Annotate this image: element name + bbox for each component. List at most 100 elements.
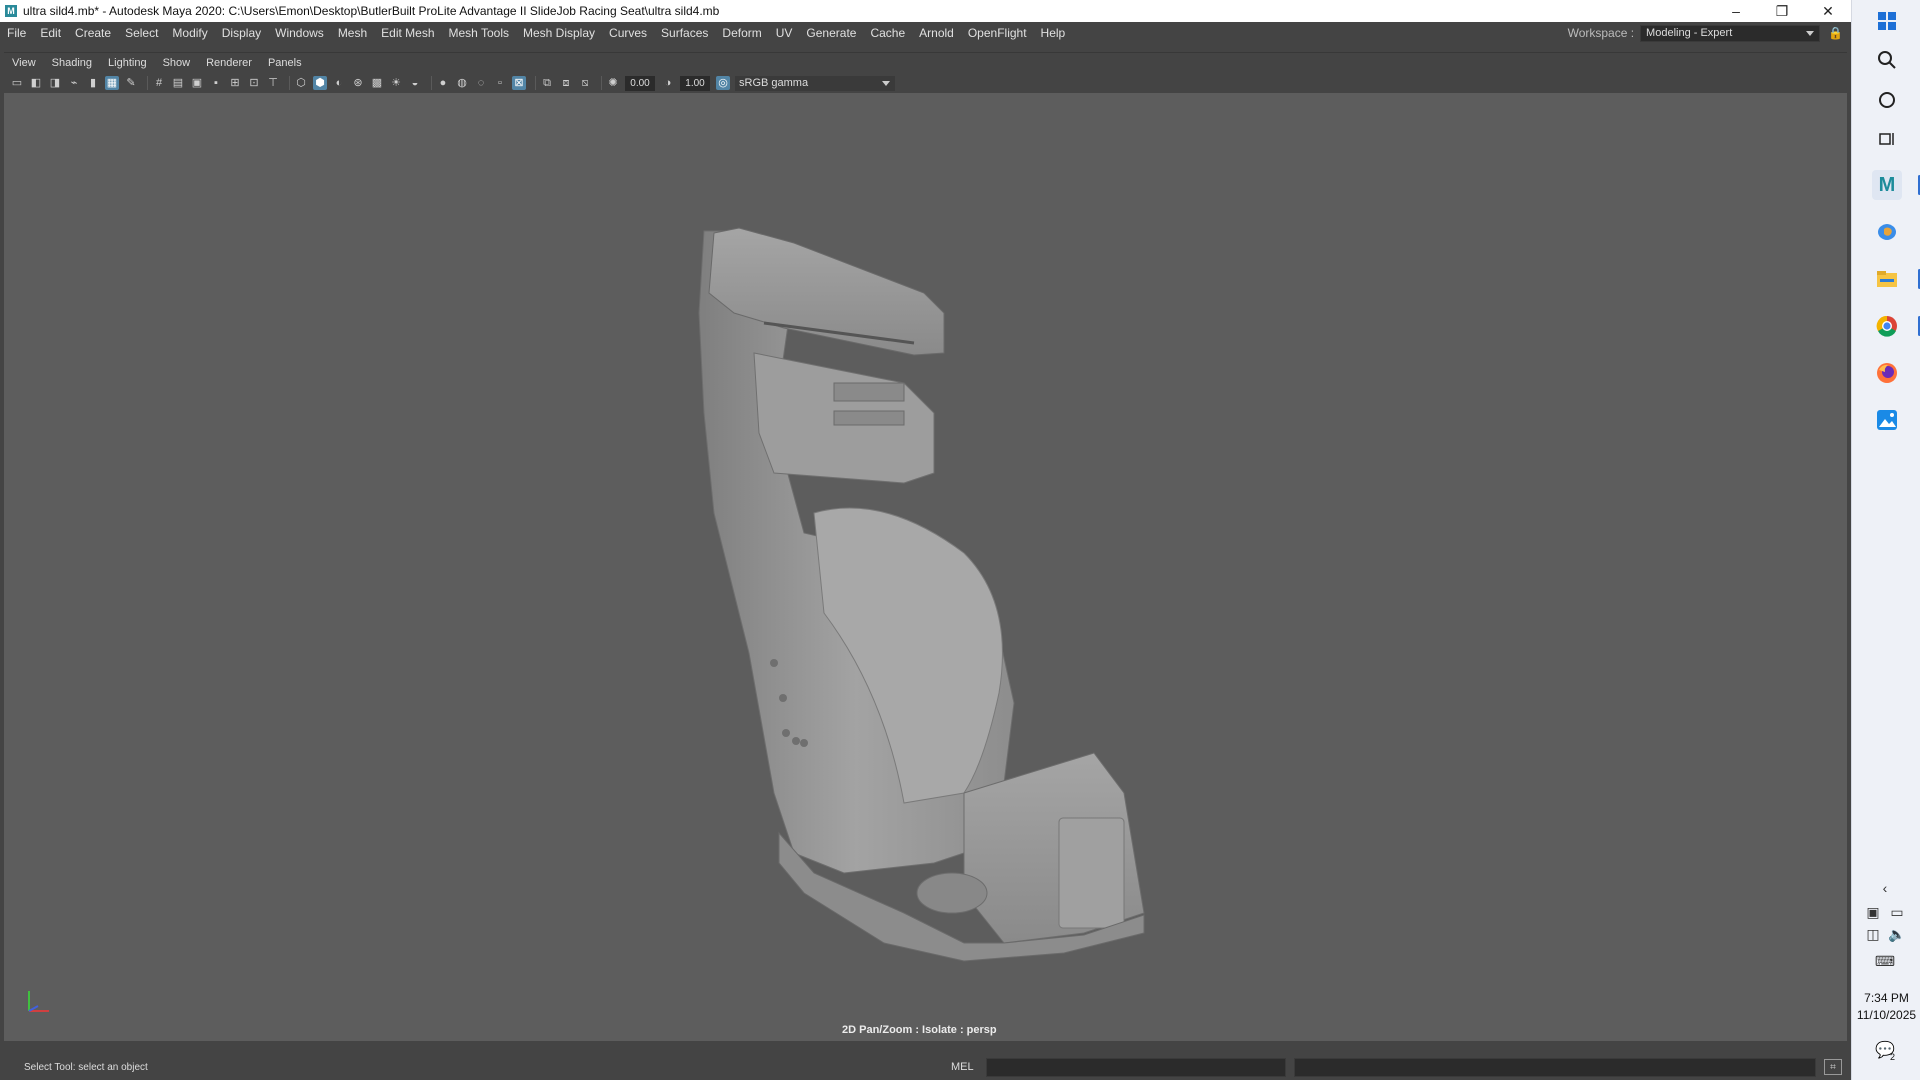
workspace-selector: Workspace : Modeling - Expert 🔒	[1568, 22, 1843, 44]
perspective-viewport[interactable]: 2D Pan/Zoom : Isolate : persp	[4, 93, 1847, 1041]
menu-openflight[interactable]: OpenFlight	[961, 26, 1034, 40]
toolbar-divider	[289, 76, 290, 90]
task-view-icon[interactable]	[1872, 124, 1902, 154]
clock-time[interactable]: 7:34 PM	[1852, 991, 1920, 1005]
xray-icon[interactable]: ⧉	[540, 76, 554, 90]
image-plane-icon[interactable]: ⌁	[67, 76, 81, 90]
menu-arnold[interactable]: Arnold	[912, 26, 961, 40]
panel-menu-lighting[interactable]: Lighting	[100, 57, 155, 69]
panel-menu-view[interactable]: View	[4, 57, 44, 69]
workspace-dropdown[interactable]: Modeling - Expert	[1640, 24, 1821, 42]
bookmarks-icon[interactable]: ◨	[48, 76, 62, 90]
mount-hole	[770, 659, 778, 667]
firefox-icon[interactable]	[1872, 358, 1902, 388]
depth-of-field-icon[interactable]: ▫	[493, 76, 507, 90]
chevron-left-icon[interactable]: ‹	[1875, 879, 1895, 897]
shadows-icon[interactable]: ◒	[408, 76, 422, 90]
xray-components-icon[interactable]: ⧅	[578, 76, 592, 90]
panel-menu-panels[interactable]: Panels	[260, 57, 310, 69]
smooth-shade-icon[interactable]: ⬢	[313, 76, 327, 90]
menu-cache[interactable]: Cache	[863, 26, 912, 40]
restore-button[interactable]: ❐	[1759, 0, 1805, 22]
menu-deform[interactable]: Deform	[715, 26, 768, 40]
safe-action-icon[interactable]: ⊡	[247, 76, 261, 90]
menu-file[interactable]: File	[0, 26, 33, 40]
gamma-icon[interactable]: ◑	[661, 76, 675, 90]
chrome-icon[interactable]	[1872, 311, 1902, 341]
menu-edit-mesh[interactable]: Edit Mesh	[374, 26, 441, 40]
gamma-field[interactable]: 1.00	[680, 75, 710, 91]
view-transform-dropdown[interactable]: sRGB gamma	[735, 75, 895, 91]
close-button[interactable]: ✕	[1805, 0, 1851, 22]
bookmark-icon[interactable]: ▮	[86, 76, 100, 90]
search-icon[interactable]	[1872, 45, 1902, 75]
seat-leg-opening	[916, 872, 988, 914]
menu-mesh[interactable]: Mesh	[331, 26, 374, 40]
wireframe-icon[interactable]: ⬡	[294, 76, 308, 90]
menu-display[interactable]: Display	[215, 26, 268, 40]
wireframe-on-shaded-icon[interactable]: ⊛	[351, 76, 365, 90]
default-material-icon[interactable]: ◐	[332, 76, 346, 90]
motion-blur-icon[interactable]: ◍	[455, 76, 469, 90]
menu-windows[interactable]: Windows	[268, 26, 331, 40]
safe-title-icon[interactable]: ⊤	[266, 76, 280, 90]
resolution-gate-icon[interactable]: ▣	[190, 76, 204, 90]
camera-icon[interactable]: ▭	[10, 76, 24, 90]
volume-icon[interactable]: 🔈	[1887, 925, 1907, 943]
view-axis-indicator	[28, 991, 49, 1012]
menu-select[interactable]: Select	[118, 26, 165, 40]
minimize-button[interactable]: –	[1713, 0, 1759, 22]
color-management-icon[interactable]: ◎	[716, 76, 730, 90]
toolbar-divider	[431, 76, 432, 90]
menu-generate[interactable]: Generate	[799, 26, 863, 40]
network-icon[interactable]: ◫	[1863, 925, 1883, 943]
screen-space-ao-icon[interactable]: ●	[436, 76, 450, 90]
menu-edit[interactable]: Edit	[33, 26, 68, 40]
file-explorer-icon[interactable]	[1872, 264, 1902, 294]
xray-joints-icon[interactable]: ⧈	[559, 76, 573, 90]
photos-icon[interactable]	[1872, 405, 1902, 435]
menu-modify[interactable]: Modify	[165, 26, 214, 40]
field-chart-icon[interactable]: ⊞	[228, 76, 242, 90]
clock-date[interactable]: 11/10/2025	[1852, 1008, 1920, 1022]
menu-help[interactable]: Help	[1034, 26, 1073, 40]
window-controls: – ❐ ✕	[1713, 0, 1851, 22]
windows-start-icon[interactable]	[1872, 6, 1902, 36]
textured-icon[interactable]: ▩	[370, 76, 384, 90]
grid-icon[interactable]: #	[152, 76, 166, 90]
panel-menu-renderer[interactable]: Renderer	[198, 57, 260, 69]
main-menu-bar: File Edit Create Select Modify Display W…	[0, 22, 1851, 44]
menu-surfaces[interactable]: Surfaces	[654, 26, 715, 40]
lights-icon[interactable]: ☀	[389, 76, 403, 90]
cortana-icon[interactable]	[1872, 85, 1902, 115]
panel-menu-show[interactable]: Show	[155, 57, 199, 69]
script-editor-icon[interactable]: ⌗	[1824, 1059, 1842, 1075]
tray-app-icon[interactable]: ▣	[1863, 903, 1883, 921]
anti-aliasing-icon[interactable]: ◌	[474, 76, 488, 90]
gate-mask-icon[interactable]: ▪	[209, 76, 223, 90]
menu-mesh-display[interactable]: Mesh Display	[516, 26, 602, 40]
mount-hole	[779, 694, 787, 702]
exposure-icon[interactable]: ✺	[606, 76, 620, 90]
film-gate-icon[interactable]: ▤	[171, 76, 185, 90]
panel-menu-shading[interactable]: Shading	[44, 57, 100, 69]
pencil-icon[interactable]: ✎	[124, 76, 138, 90]
isolate-select-icon[interactable]: ⊠	[512, 76, 526, 90]
grease-pencil-icon[interactable]: ▦	[105, 76, 119, 90]
windows-taskbar: M ‹ ▣ ▭ ◫ 🔈 ⌨ 7:34 PM 11/10/2025 💬 2	[1851, 0, 1920, 1080]
copilot-icon[interactable]	[1872, 217, 1902, 247]
mel-toggle[interactable]: MEL	[951, 1061, 974, 1073]
menu-uv[interactable]: UV	[769, 26, 800, 40]
command-input-field[interactable]	[986, 1058, 1286, 1077]
menu-curves[interactable]: Curves	[602, 26, 654, 40]
exposure-field[interactable]: 0.00	[625, 75, 655, 91]
lock-icon[interactable]: 🔒	[1828, 26, 1843, 40]
menu-create[interactable]: Create	[68, 26, 118, 40]
viewport-hud-label: 2D Pan/Zoom : Isolate : persp	[842, 1024, 997, 1036]
display-icon[interactable]: ▭	[1887, 903, 1907, 921]
racing-seat-model[interactable]	[4, 93, 1847, 1041]
camera-attributes-icon[interactable]: ◧	[29, 76, 43, 90]
keyboard-icon[interactable]: ⌨	[1875, 952, 1895, 970]
maya-taskbar-icon[interactable]: M	[1872, 170, 1902, 200]
menu-mesh-tools[interactable]: Mesh Tools	[442, 26, 516, 40]
